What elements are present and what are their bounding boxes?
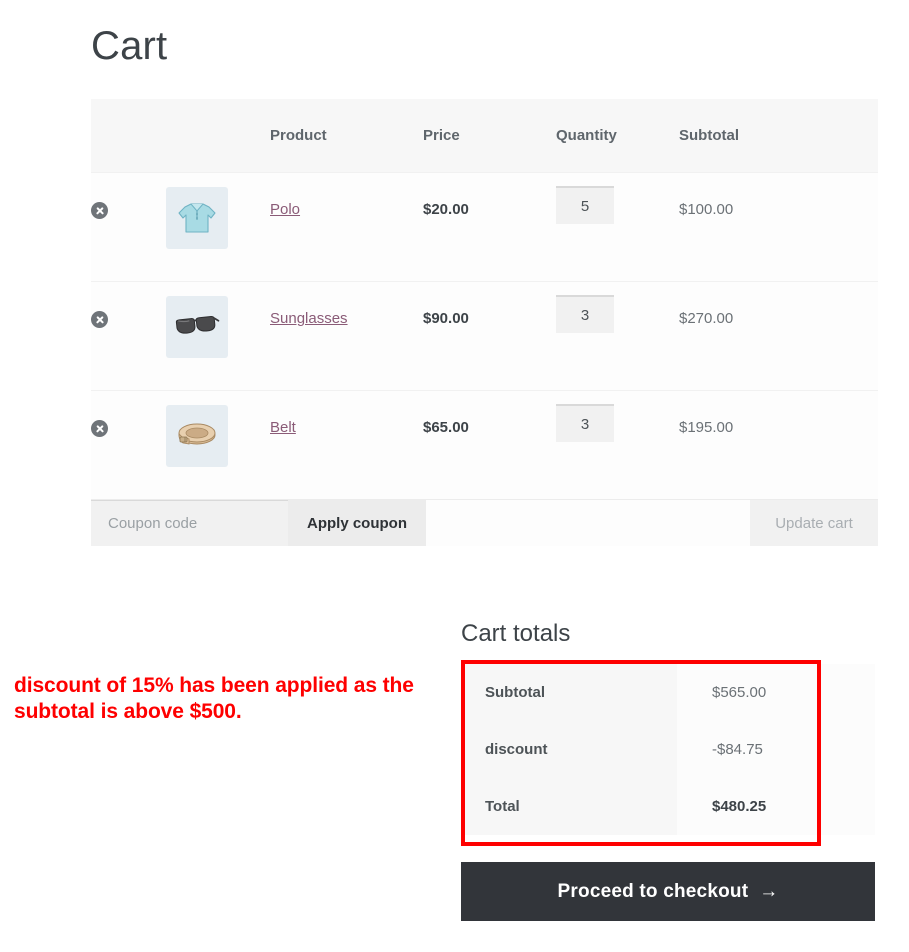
thumbnail-cell (166, 391, 270, 467)
thumbnail-cell (166, 173, 270, 249)
annotation-text: discount of 15% has been applied as the … (14, 674, 414, 723)
coupon-code-input[interactable] (91, 500, 288, 546)
cart-totals-title: Cart totals (461, 620, 571, 647)
totals-row-discount: discount -$84.75 (461, 721, 875, 778)
cart-table-header-row: Product Price Quantity Subtotal (91, 99, 878, 172)
column-header-subtotal: Subtotal (679, 127, 739, 144)
proceed-to-checkout-button[interactable]: Proceed to checkout → (461, 862, 875, 921)
page-title: Cart (91, 24, 168, 68)
totals-label-discount: discount (461, 721, 677, 778)
quantity-cell: 5 (556, 173, 679, 224)
quantity-input[interactable]: 3 (556, 404, 614, 442)
totals-value-subtotal: $565.00 (677, 664, 875, 721)
arrow-right-icon: → (759, 880, 779, 902)
apply-coupon-button[interactable]: Apply coupon (288, 500, 426, 546)
product-name-cell: Sunglasses (270, 282, 423, 327)
quantity-input[interactable]: 3 (556, 295, 614, 333)
polo-shirt-image[interactable] (166, 187, 228, 249)
belt-image[interactable] (166, 405, 228, 467)
totals-row-subtotal: Subtotal $565.00 (461, 664, 875, 721)
totals-value-discount: -$84.75 (677, 721, 875, 778)
product-price: $65.00 (423, 419, 469, 436)
checkout-button-label: Proceed to checkout (557, 880, 749, 902)
cart-table: Product Price Quantity Subtotal Polo $20… (91, 99, 878, 546)
product-name-cell: Belt (270, 391, 423, 436)
product-subtotal: $270.00 (679, 310, 734, 327)
cart-totals-table: Subtotal $565.00 discount -$84.75 Total … (461, 664, 875, 835)
column-header-product: Product (270, 127, 327, 144)
totals-row-total: Total $480.25 (461, 778, 875, 835)
product-link[interactable]: Sunglasses (270, 310, 348, 327)
product-price: $90.00 (423, 310, 469, 327)
table-row: Polo $20.00 5 $100.00 (91, 172, 878, 281)
product-price: $20.00 (423, 201, 469, 218)
totals-label-total: Total (461, 778, 677, 835)
remove-cell (91, 391, 166, 437)
product-link[interactable]: Belt (270, 419, 296, 436)
thumbnail-cell (166, 282, 270, 358)
coupon-row-spacer (426, 500, 750, 546)
product-subtotal: $100.00 (679, 201, 734, 218)
sunglasses-image[interactable] (166, 296, 228, 358)
quantity-cell: 3 (556, 391, 679, 442)
product-link[interactable]: Polo (270, 201, 300, 218)
update-cart-button[interactable]: Update cart (750, 500, 878, 546)
quantity-cell: 3 (556, 282, 679, 333)
totals-label-subtotal: Subtotal (461, 664, 677, 721)
product-name-cell: Polo (270, 173, 423, 218)
table-row: Belt $65.00 3 $195.00 (91, 390, 878, 499)
remove-cell (91, 282, 166, 328)
quantity-input[interactable]: 5 (556, 186, 614, 224)
product-subtotal: $195.00 (679, 419, 734, 436)
table-row: Sunglasses $90.00 3 $270.00 (91, 281, 878, 390)
remove-circle-icon[interactable] (91, 202, 108, 219)
column-header-quantity: Quantity (556, 127, 617, 144)
column-header-price: Price (423, 127, 460, 144)
coupon-row: Apply coupon Update cart (91, 499, 878, 546)
totals-value-total: $480.25 (677, 778, 875, 835)
remove-cell (91, 173, 166, 219)
remove-circle-icon[interactable] (91, 311, 108, 328)
remove-circle-icon[interactable] (91, 420, 108, 437)
